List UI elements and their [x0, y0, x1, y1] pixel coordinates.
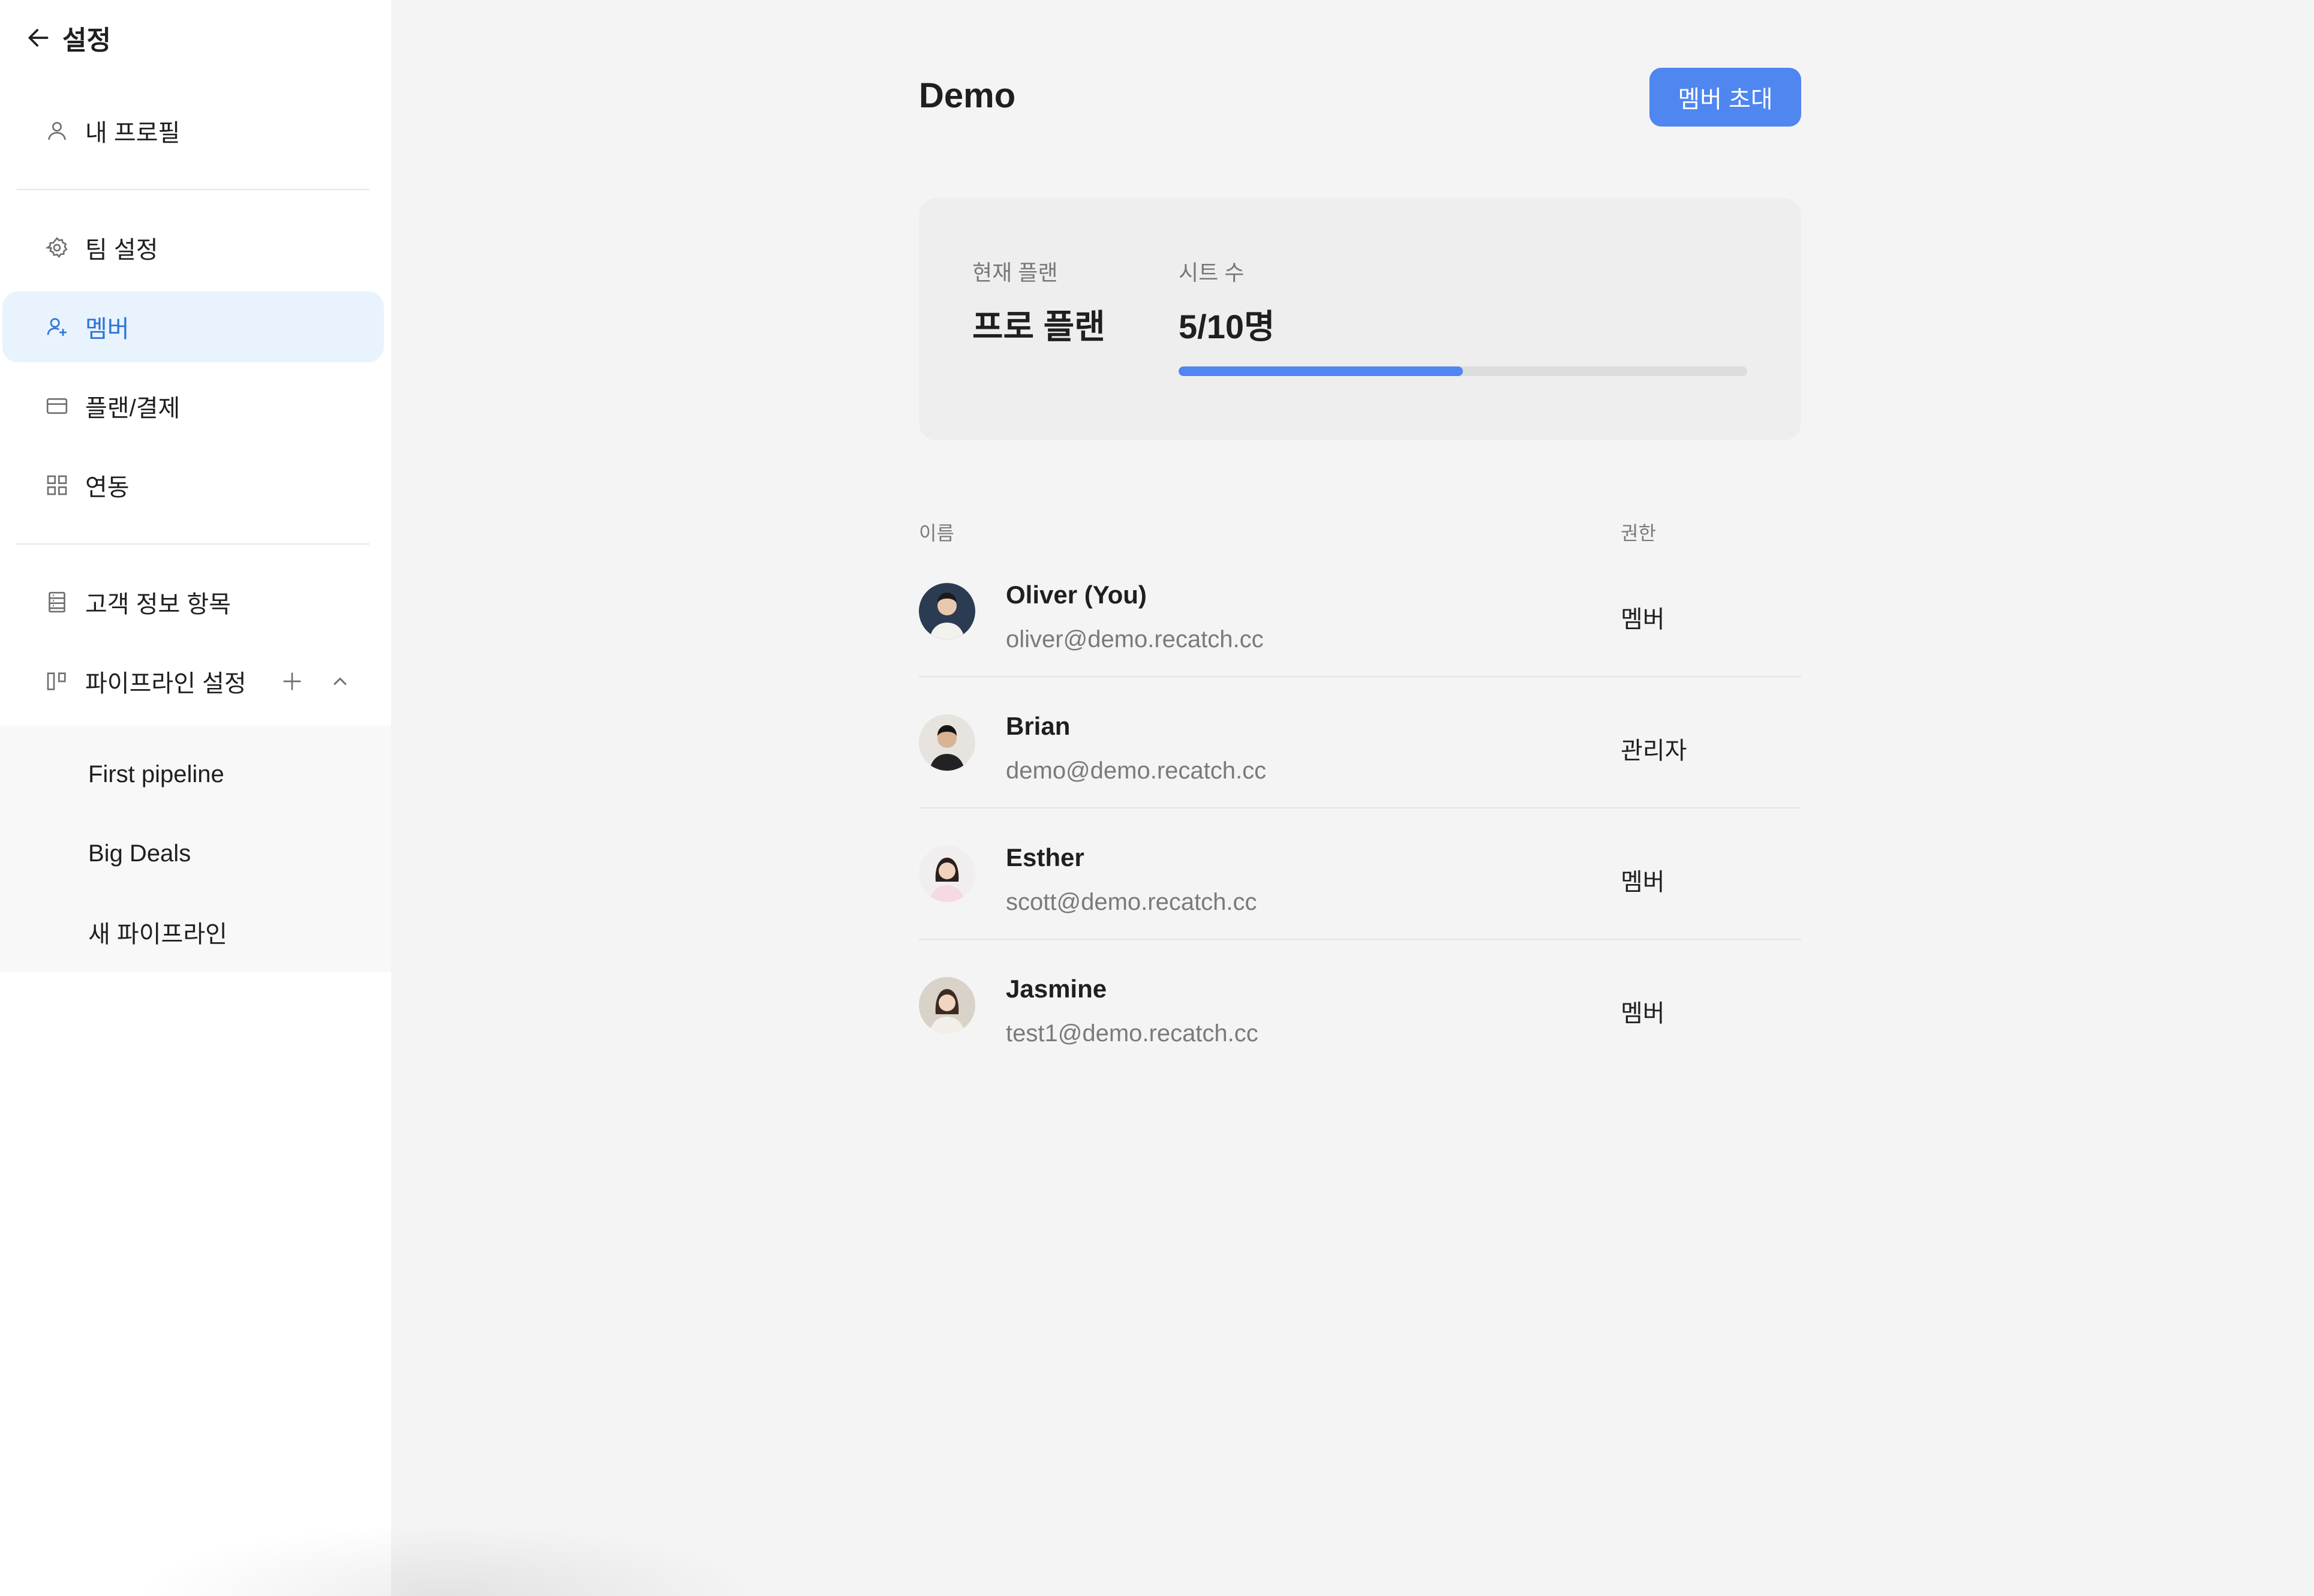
- back-button[interactable]: [22, 21, 55, 55]
- avatar: [919, 977, 975, 1033]
- member-email: demo@demo.recatch.cc: [1006, 758, 1267, 784]
- member-name: Brian: [1006, 712, 1071, 740]
- sidebar-item-label: 멤버: [85, 316, 130, 342]
- add-pipeline-button[interactable]: [277, 666, 307, 696]
- member-email: oliver@demo.recatch.cc: [1006, 626, 1264, 653]
- card-icon: [43, 392, 71, 420]
- sidebar-item-profile[interactable]: 내 프로필: [0, 95, 384, 166]
- sidebar-item-team-settings[interactable]: 팀 설정: [0, 212, 384, 283]
- plus-icon: [283, 672, 301, 690]
- member-name: Jasmine: [1006, 975, 1107, 1003]
- member-icon: [43, 313, 71, 341]
- pipeline-item-big-deals[interactable]: Big Deals: [0, 820, 391, 886]
- seats-progress-bar: [1179, 366, 1747, 376]
- invite-member-button[interactable]: 멤버 초대: [1649, 68, 1801, 127]
- pipeline-item-first[interactable]: First pipeline: [0, 741, 391, 807]
- pipeline-icon: [43, 668, 71, 695]
- member-role[interactable]: 멤버: [1621, 600, 1665, 635]
- sidebar-item-members[interactable]: 멤버: [2, 291, 384, 362]
- sidebar-item-label: 내 프로필: [85, 120, 181, 146]
- sidebar-divider: [17, 189, 369, 190]
- page-title: Demo: [919, 76, 1016, 115]
- column-header-name: 이름: [919, 522, 954, 544]
- member-email: scott@demo.recatch.cc: [1006, 889, 1257, 915]
- member-name: Oliver (You): [1006, 581, 1147, 609]
- arrow-left-icon: [28, 29, 49, 47]
- seats-progress-fill: [1179, 366, 1463, 376]
- sidebar-divider: [17, 543, 369, 545]
- member-role[interactable]: 멤버: [1621, 994, 1665, 1029]
- sidebar-item-integrations[interactable]: 연동: [0, 450, 384, 521]
- avatar: [919, 714, 975, 771]
- chevron-up-icon: [333, 678, 347, 685]
- avatar: [919, 846, 975, 902]
- seats-value: 5/10명: [1179, 308, 1275, 345]
- member-role[interactable]: 멤버: [1621, 862, 1665, 897]
- avatar: [919, 583, 975, 639]
- sidebar-item-label: 팀 설정: [85, 237, 158, 263]
- seats-label: 시트 수: [1179, 260, 1245, 285]
- table-row[interactable]: Esther scott@demo.recatch.cc 멤버: [919, 808, 1801, 940]
- user-icon: [43, 117, 71, 145]
- pipeline-list: First pipeline Big Deals 새 파이프라인: [0, 726, 391, 972]
- sidebar-item-label: 파이프라인 설정: [85, 671, 247, 697]
- table-row[interactable]: Brian demo@demo.recatch.cc 관리자: [919, 677, 1801, 808]
- current-plan-value: 프로 플랜: [972, 308, 1105, 345]
- sidebar: 설정 내 프로필 팀 설정 멤버 플랜/결제 연동 고객 정보 항목 파이프라인…: [0, 0, 391, 1596]
- member-role[interactable]: 관리자: [1621, 731, 1687, 766]
- sidebar-header: 설정: [22, 17, 111, 59]
- member-email: test1@demo.recatch.cc: [1006, 1020, 1258, 1047]
- gear-icon: [43, 234, 71, 262]
- table-row[interactable]: Oliver (You) oliver@demo.recatch.cc 멤버: [919, 546, 1801, 677]
- sidebar-item-billing[interactable]: 플랜/결제: [0, 371, 384, 441]
- grid-icon: [43, 471, 71, 499]
- sidebar-item-customer-fields[interactable]: 고객 정보 항목: [0, 567, 384, 638]
- sidebar-item-label: 고객 정보 항목: [85, 591, 232, 618]
- sidebar-item-label: 연동: [85, 474, 130, 501]
- current-plan-label: 현재 플랜: [972, 260, 1058, 285]
- member-name: Esther: [1006, 843, 1084, 871]
- list-icon: [43, 588, 71, 616]
- sidebar-item-label: 플랜/결제: [85, 395, 181, 422]
- plan-card: 현재 플랜 프로 플랜 시트 수 5/10명: [919, 198, 1801, 440]
- column-header-role: 권한: [1621, 522, 1656, 544]
- app-root: 설정 내 프로필 팀 설정 멤버 플랜/결제 연동 고객 정보 항목 파이프라인…: [0, 0, 2314, 1596]
- pipeline-item-new[interactable]: 새 파이프라인: [0, 899, 391, 965]
- table-row[interactable]: Jasmine test1@demo.recatch.cc 멤버: [919, 940, 1801, 1071]
- sidebar-title: 설정: [62, 26, 111, 55]
- collapse-pipelines-button[interactable]: [325, 666, 355, 696]
- pipeline-actions: [277, 666, 355, 696]
